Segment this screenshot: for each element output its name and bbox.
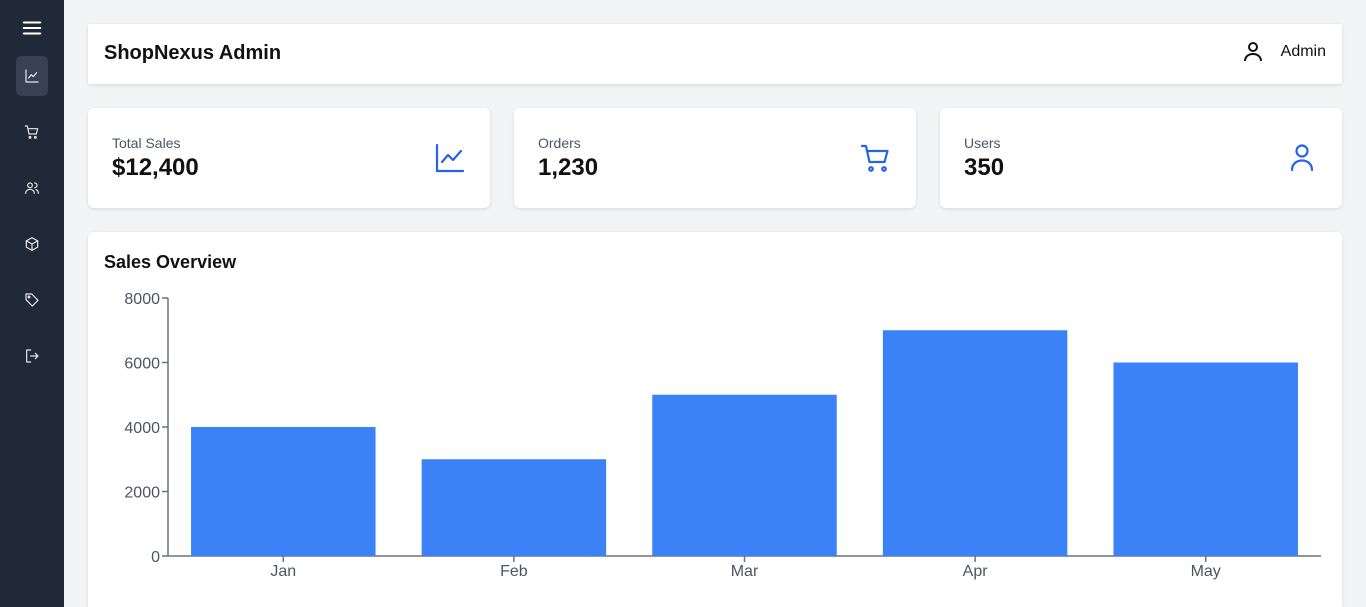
stat-value: 1,230 [538,154,599,181]
x-tick-label: Jan [270,563,296,580]
shopping-cart-icon [860,142,892,174]
stat-label: Users [964,135,1001,151]
sidebar [0,0,64,607]
y-tick-label: 4000 [124,420,160,437]
x-tick-label: Feb [500,563,528,580]
sidebar-item-users[interactable] [16,168,48,208]
user-menu[interactable]: Admin [1241,40,1326,64]
bar [1113,362,1298,556]
sales-bar-chart: 0 2000 4000 6000 8000 Jan Feb Mar Apr May [124,291,1321,580]
sidebar-item-orders[interactable] [16,112,48,152]
sidebar-item-products[interactable] [16,224,48,264]
sidebar-item-logout[interactable] [16,336,48,376]
stat-value: 350 [964,154,1005,181]
x-tick-label: Mar [731,563,759,580]
logout-icon [26,349,39,363]
chart-title: Sales Overview [104,252,237,272]
menu-button[interactable] [16,8,48,48]
stat-card-users: Users 350 [940,108,1342,208]
stat-value: $12,400 [112,154,199,181]
box-icon [25,237,39,251]
chart-line-icon [434,142,466,174]
bar [882,330,1068,556]
users-icon [25,182,39,194]
sidebar-item-dashboard[interactable] [16,56,48,96]
stat-card-total-sales: Total Sales $12,400 [88,108,490,208]
y-tick-label: 6000 [124,356,160,373]
bar [191,427,376,556]
top-header: ShopNexus Admin Admin [88,24,1342,84]
sales-overview-panel: 0 2000 4000 6000 8000 Jan Feb Mar Apr May Sales O… [88,232,1342,607]
sidebar-item-tags[interactable] [16,280,48,320]
shopping-cart-icon [24,125,39,139]
stat-card-orders: Orders 1,230 [514,108,916,208]
user-icon [1243,42,1262,62]
stat-label: Orders [538,135,581,151]
bar [652,394,837,556]
user-name: Admin [1280,43,1326,60]
page-title: ShopNexus Admin [104,42,282,64]
bar [421,459,607,556]
y-tick-label: 2000 [124,485,160,502]
y-tick-label: 8000 [124,291,160,308]
stat-label: Total Sales [112,135,181,151]
x-tick-label: May [1191,563,1221,580]
x-tick-label: Apr [963,563,989,580]
menu-icon [22,21,42,35]
y-tick-label: 0 [151,549,160,566]
tag-icon [25,293,39,307]
user-icon [1286,142,1318,174]
chart-line-icon [25,69,39,83]
